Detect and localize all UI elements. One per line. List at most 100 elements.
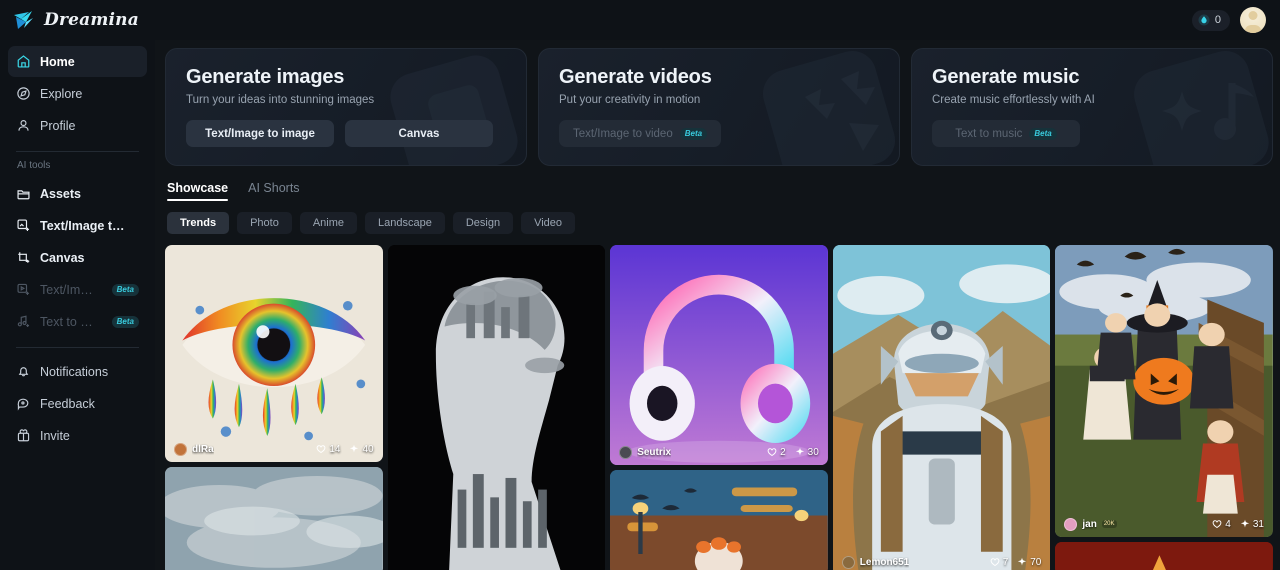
author-name[interactable]: Seutrix (637, 447, 671, 458)
gallery-tile[interactable] (165, 467, 383, 570)
filter-chip-row: Trends Photo Anime Landscape Design Vide… (165, 212, 1273, 234)
spark-count: 30 (807, 446, 819, 458)
sidebar-item-label: Assets (40, 186, 81, 201)
canvas-button[interactable]: Canvas (345, 120, 493, 147)
gallery-tile[interactable] (610, 470, 828, 570)
sidebar-item-profile[interactable]: Profile (8, 110, 147, 141)
video-plus-icon (17, 283, 30, 295)
gallery-artwork (165, 467, 383, 570)
gallery-column: Lemon651 7 70 (832, 245, 1051, 570)
spark-stat[interactable]: 31 (1240, 519, 1264, 530)
chip-label: Landscape (378, 217, 432, 229)
like-stat[interactable]: 7 (990, 557, 1008, 568)
chip-photo[interactable]: Photo (237, 212, 292, 234)
hero-card-generate-videos[interactable]: Generate videos Put your creativity in m… (538, 48, 900, 166)
avatar[interactable] (841, 555, 855, 569)
heart-icon (767, 447, 777, 457)
hero-card-generate-music[interactable]: Generate music Create music effortlessly… (911, 48, 1273, 166)
author-name[interactable]: dlRa (192, 444, 214, 455)
sidebar-item-notifications[interactable]: Notifications (8, 356, 147, 387)
sidebar-item-label: Text/Image t… (40, 282, 99, 297)
text-image-to-video-button[interactable]: Text/Image to video Beta (559, 120, 722, 147)
tile-caption: dlRa 14 40 (165, 436, 383, 462)
user-avatar[interactable] (1240, 7, 1266, 33)
chip-label: Design (465, 217, 501, 229)
hero-subtitle: Put your creativity in motion (559, 94, 701, 106)
chip-trends[interactable]: Trends (167, 212, 230, 234)
gallery-column: jan 20K 4 31 (1055, 245, 1273, 570)
showcase-gallery: dlRa 14 40 Seutrix 2 30 Lemon651 7 70 ja… (165, 245, 1273, 570)
gallery-tile[interactable]: dlRa 14 40 (165, 245, 383, 462)
tab-ai-shorts[interactable]: AI Shorts (248, 181, 299, 201)
sidebar-item-text-to-music[interactable]: Text to music Beta (8, 306, 147, 337)
sidebar-item-explore[interactable]: Explore (8, 78, 147, 109)
spark-count: 70 (1030, 556, 1042, 568)
gallery-tile[interactable]: Lemon651 7 70 (832, 245, 1051, 570)
image-plus-icon (17, 219, 30, 231)
like-stat[interactable]: 2 (767, 447, 786, 458)
compass-icon (17, 87, 30, 100)
folder-icon (17, 190, 30, 200)
credit-drop-icon (1198, 14, 1210, 26)
button-label: Text/Image to video (573, 127, 673, 140)
chip-design[interactable]: Design (452, 212, 514, 234)
sidebar-item-feedback[interactable]: Feedback (8, 388, 147, 419)
tab-showcase[interactable]: Showcase (167, 181, 229, 201)
gallery-tile[interactable] (387, 245, 606, 570)
sidebar-divider-top (16, 151, 139, 152)
spark-stat[interactable]: 70 (1017, 557, 1041, 568)
author-name[interactable]: jan (1082, 519, 1096, 530)
like-count: 14 (329, 443, 341, 455)
heart-icon (1212, 519, 1222, 529)
chip-video[interactable]: Video (521, 212, 576, 234)
author-name[interactable]: Lemon651 (860, 557, 909, 568)
tile-stats: 7 70 (990, 557, 1041, 568)
chat-icon (17, 398, 29, 411)
gallery-column: Seutrix 2 30 (610, 245, 828, 570)
avatar[interactable] (619, 445, 633, 459)
text-image-to-image-button[interactable]: Text/Image to image (186, 120, 334, 147)
heart-icon (990, 557, 1000, 567)
hero-subtitle: Turn your ideas into stunning images (186, 94, 375, 106)
sidebar-item-label: Canvas (40, 250, 85, 265)
sidebar-item-label: Explore (40, 86, 83, 101)
author-badge: 20K (1101, 520, 1117, 528)
app-logo[interactable]: Dreamina (12, 9, 139, 31)
hero-button-row: Text to music Beta (932, 120, 1252, 147)
sidebar-item-label: Profile (40, 118, 76, 133)
sidebar-divider-bottom (16, 347, 139, 348)
chip-anime[interactable]: Anime (299, 212, 358, 234)
spark-stat[interactable]: 40 (349, 444, 374, 455)
person-icon (18, 120, 29, 131)
app-logo-text: Dreamina (44, 10, 139, 30)
like-stat[interactable]: 14 (316, 444, 340, 455)
credits-pill[interactable]: 0 (1191, 9, 1230, 31)
tile-stats: 14 40 (316, 444, 374, 455)
gallery-tile[interactable] (1055, 542, 1273, 570)
avatar[interactable] (174, 442, 187, 456)
content-tabs: Showcase AI Shorts (165, 181, 1273, 201)
spark-stat[interactable]: 30 (795, 447, 819, 458)
tile-caption: jan 20K 4 31 (1055, 511, 1273, 537)
sidebar-item-canvas[interactable]: Canvas (8, 242, 147, 273)
gallery-artwork (610, 470, 828, 570)
button-label: Canvas (398, 127, 440, 140)
avatar[interactable] (1064, 517, 1078, 531)
spark-icon (1240, 519, 1250, 529)
beta-badge: Beta (111, 283, 139, 296)
like-stat[interactable]: 4 (1212, 519, 1231, 530)
chip-label: Anime (312, 217, 345, 229)
sidebar-item-text-image-to-video[interactable]: Text/Image t… Beta (8, 274, 147, 305)
sidebar-item-home[interactable]: Home (8, 46, 147, 77)
sidebar-item-assets[interactable]: Assets (8, 178, 147, 209)
gallery-tile[interactable]: jan 20K 4 31 (1055, 245, 1273, 537)
hero-button-row: Text/Image to video Beta (559, 120, 879, 147)
top-bar-right: 0 (1191, 7, 1266, 33)
beta-badge: Beta (679, 127, 708, 140)
chip-landscape[interactable]: Landscape (365, 212, 445, 234)
sidebar-item-text-image-to-image[interactable]: Text/Image t… (8, 210, 147, 241)
text-to-music-button[interactable]: Text to music Beta (932, 120, 1080, 147)
sidebar-item-invite[interactable]: Invite (8, 420, 147, 451)
hero-card-generate-images[interactable]: Generate images Turn your ideas into stu… (165, 48, 527, 166)
gallery-tile[interactable]: Seutrix 2 30 (610, 245, 828, 465)
